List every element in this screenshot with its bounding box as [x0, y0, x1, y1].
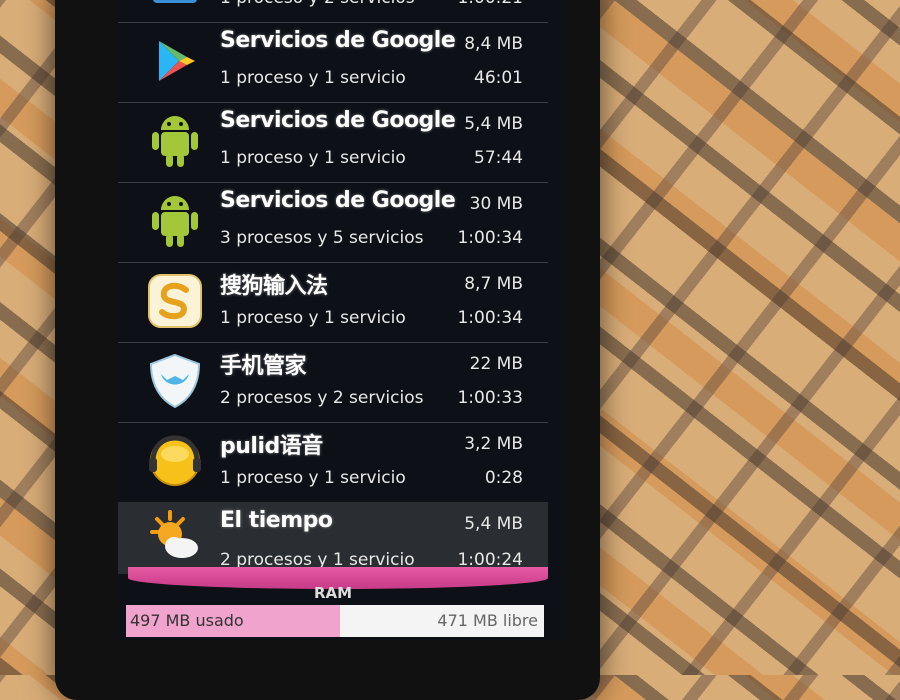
android-icon — [146, 112, 204, 170]
shield-icon — [146, 352, 204, 410]
uptime: 1:00:21 — [457, 0, 523, 8]
app-name: Servicios de Google — [220, 108, 456, 133]
process-info: 1 proceso y 1 servicio — [220, 148, 406, 168]
sogou-keyboard-icon — [146, 272, 204, 330]
process-row[interactable]: Servicios de Google 1 proceso y 1 servic… — [118, 102, 548, 183]
uptime: 46:01 — [474, 68, 523, 88]
app-name: Servicios de Google — [220, 188, 456, 213]
memory-size: 30 MB — [469, 194, 523, 214]
memory-size: 8,4 MB — [464, 34, 523, 54]
uptime: 0:28 — [484, 468, 523, 488]
process-info: 1 proceso y 1 servicio — [220, 68, 406, 88]
process-row[interactable]: 手机管家 2 procesos y 2 servicios 22 MB 1:00… — [118, 342, 548, 423]
memory-size: 5,4 MB — [464, 514, 523, 534]
app-name: 手机管家 — [220, 354, 307, 379]
ram-usage-bar: 497 MB usado 471 MB libre — [126, 605, 544, 637]
weather-sun-icon — [146, 508, 204, 566]
app-name: pulid语音 — [220, 434, 323, 459]
process-info: 1 proceso y 2 servicios — [220, 0, 415, 8]
app-icon — [146, 0, 204, 10]
process-row[interactable]: 搜狗输入法 1 proceso y 1 servicio 8,7 MB 1:00… — [118, 262, 548, 343]
process-row[interactable]: pulid语音 1 proceso y 1 servicio 3,2 MB 0:… — [118, 422, 548, 503]
process-row[interactable]: Servicios de Google 1 proceso y 1 servic… — [118, 22, 548, 103]
uptime: 1:00:34 — [457, 308, 523, 328]
uptime: 1:00:34 — [457, 228, 523, 248]
process-info: 3 procesos y 5 servicios — [220, 228, 424, 248]
app-name: Servicios de Google — [220, 28, 456, 53]
memory-size: 3,2 MB — [464, 434, 523, 454]
process-info: 1 proceso y 1 servicio — [220, 468, 406, 488]
memory-size: 22 MB — [469, 354, 523, 374]
process-row[interactable]: El tiempo 2 procesos y 1 servicio 5,4 MB… — [118, 502, 548, 574]
process-info: 2 procesos y 2 servicios — [220, 388, 424, 408]
app-name: 搜狗输入法 — [220, 274, 328, 299]
play-store-icon — [146, 32, 204, 90]
voice-assistant-icon — [146, 432, 204, 490]
android-icon — [146, 192, 204, 250]
uptime: 1:00:33 — [457, 388, 523, 408]
app-name: El tiempo — [220, 508, 333, 533]
ram-title: RAM — [313, 584, 353, 602]
memory-size: 8,7 MB — [464, 274, 523, 294]
process-row[interactable]: 1 proceso y 2 servicios 1:00:21 — [118, 0, 548, 23]
ram-free: 471 MB libre — [437, 611, 538, 630]
process-info: 1 proceso y 1 servicio — [220, 308, 406, 328]
running-services-screen: 1 proceso y 2 servicios 1:00:21 Servicio… — [118, 0, 566, 640]
ram-used: 497 MB usado — [126, 605, 341, 637]
memory-size: 5,4 MB — [464, 114, 523, 134]
uptime: 57:44 — [474, 148, 523, 168]
process-row[interactable]: Servicios de Google 3 procesos y 5 servi… — [118, 182, 548, 263]
